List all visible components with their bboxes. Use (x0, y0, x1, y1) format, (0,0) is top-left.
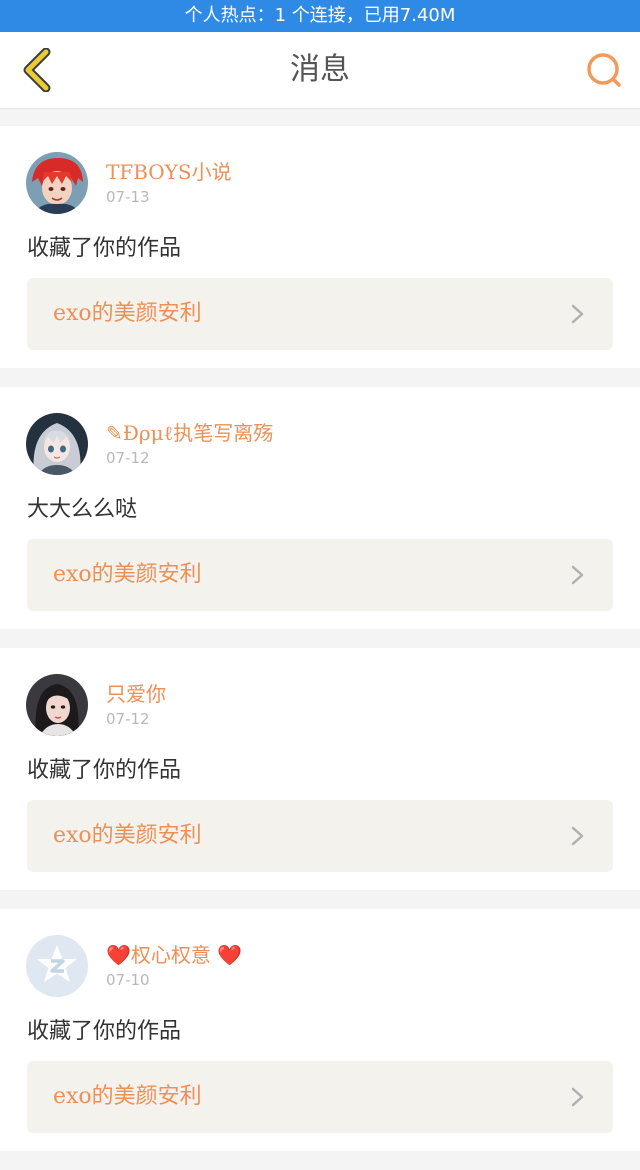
message-text: 收藏了你的作品 (27, 236, 182, 261)
message-card: ❤️权心权意 ❤️ 07-10 收藏了你的作品 exo的美颜安利 (0, 909, 640, 1151)
work-link[interactable]: exo的美颜安利 (27, 1061, 613, 1133)
avatar[interactable] (26, 935, 88, 997)
work-title: exo的美颜安利 (53, 301, 202, 326)
chevron-right-icon (571, 826, 584, 846)
work-title: exo的美颜安利 (53, 823, 202, 848)
user-name[interactable]: 只爱你 (106, 678, 166, 707)
message-date: 07-10 (106, 971, 150, 989)
message-card: ✎Ðρμℓ执笔写离殇 07-12 大大么么哒 exo的美颜安利 (0, 387, 640, 629)
status-bar: 个人热点：1 个连接，已用7.40M (0, 0, 640, 32)
header: 消息 (0, 32, 640, 109)
message-date: 07-12 (106, 449, 150, 467)
user-name[interactable]: ❤️权心权意 ❤️ (106, 939, 242, 968)
message-text: 收藏了你的作品 (27, 1019, 182, 1044)
user-name[interactable]: ✎Ðρμℓ执笔写离殇 (106, 417, 273, 446)
message-text: 收藏了你的作品 (27, 758, 182, 783)
avatar[interactable] (26, 152, 88, 214)
work-title: exo的美颜安利 (53, 562, 202, 587)
work-link[interactable]: exo的美颜安利 (27, 800, 613, 872)
work-title: exo的美颜安利 (53, 1084, 202, 1109)
message-card: 只爱你 07-12 收藏了你的作品 exo的美颜安利 (0, 648, 640, 890)
message-date: 07-13 (106, 188, 150, 206)
message-text: 大大么么哒 (27, 497, 138, 522)
chevron-right-icon (571, 565, 584, 585)
avatar[interactable] (26, 674, 88, 736)
search-icon (587, 53, 621, 87)
chevron-right-icon (571, 304, 584, 324)
message-list: TFBOYS小说 07-13 收藏了你的作品 exo的美颜安利 ✎Ðρμℓ执笔写… (0, 126, 640, 1170)
message-card: TFBOYS小说 07-13 收藏了你的作品 exo的美颜安利 (0, 126, 640, 368)
user-name[interactable]: TFBOYS小说 (106, 156, 232, 185)
page-title: 消息 (290, 52, 350, 87)
chevron-right-icon (571, 1087, 584, 1107)
work-link[interactable]: exo的美颜安利 (27, 278, 613, 350)
avatar[interactable] (26, 413, 88, 475)
message-date: 07-12 (106, 710, 150, 728)
status-bar-text: 个人热点：1 个连接，已用7.40M (184, 5, 456, 26)
work-link[interactable]: exo的美颜安利 (27, 539, 613, 611)
search-button[interactable] (582, 48, 626, 92)
